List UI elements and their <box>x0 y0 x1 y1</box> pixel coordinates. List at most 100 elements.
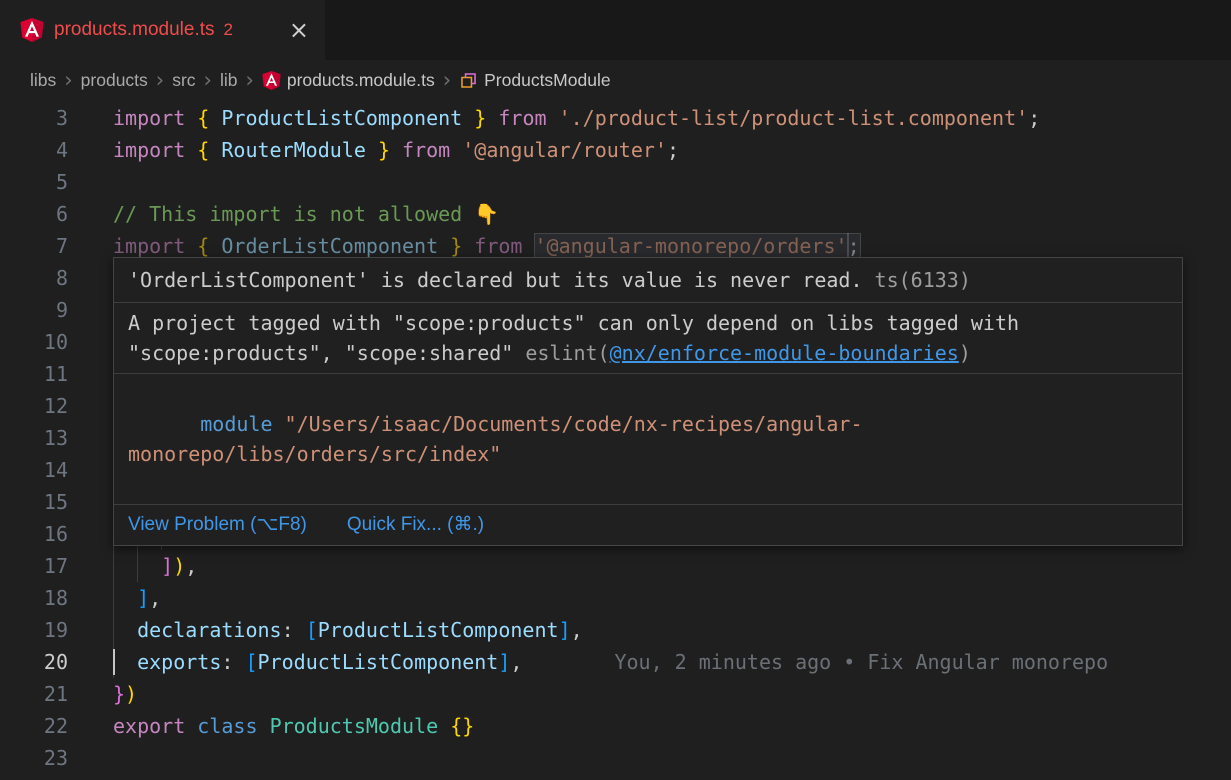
tab-bar: products.module.ts 2 × <box>0 0 1231 60</box>
line-number[interactable]: 23 <box>0 742 68 774</box>
code-token: , <box>571 618 583 642</box>
code-token: ] <box>559 618 571 642</box>
code-token: ] <box>161 554 173 578</box>
code-token: { <box>197 138 209 162</box>
code-token <box>185 234 197 258</box>
code-token: [ <box>245 650 257 674</box>
chevron-right-icon: › <box>64 61 72 99</box>
eslint-source-close: ) <box>959 341 971 365</box>
code-token: import <box>113 106 185 130</box>
line-number[interactable]: 13 <box>0 422 68 454</box>
code-token: {} <box>450 714 474 738</box>
line-number[interactable]: 7 <box>0 230 68 262</box>
code-token: ; <box>1028 106 1040 130</box>
code-token: ; <box>667 138 679 162</box>
code-line-18[interactable]: 18 ], <box>0 582 1231 614</box>
line-number[interactable]: 14 <box>0 454 68 486</box>
line-number[interactable]: 3 <box>0 102 68 134</box>
line-number[interactable]: 8 <box>0 262 68 294</box>
breadcrumb-item-libs[interactable]: libs <box>30 70 56 91</box>
class-symbol-icon <box>459 71 478 90</box>
code-token: ] <box>498 650 510 674</box>
quick-fix-link[interactable]: Quick Fix... (⌘.) <box>347 512 484 538</box>
line-number[interactable]: 6 <box>0 198 68 230</box>
indent-guide <box>113 614 114 646</box>
code-token: ; <box>848 234 860 258</box>
code-token <box>438 234 450 258</box>
line-number[interactable]: 4 <box>0 134 68 166</box>
line-number[interactable]: 12 <box>0 390 68 422</box>
line-number[interactable]: 17 <box>0 550 68 582</box>
indent-guide <box>113 550 114 582</box>
code-token: : <box>221 650 233 674</box>
tab-products-module-ts[interactable]: products.module.ts 2 × <box>0 0 325 60</box>
code-token: declarations <box>137 618 282 642</box>
line-number[interactable]: 21 <box>0 678 68 710</box>
git-blame-annotation: You, 2 minutes ago • Fix Angular monorep… <box>522 650 1108 674</box>
code-text <box>113 742 1231 774</box>
chevron-right-icon: › <box>443 61 451 99</box>
code-token <box>113 650 137 674</box>
ts-diagnostic-message: 'OrderListComponent' is declared but its… <box>128 268 863 292</box>
angular-icon <box>262 71 281 90</box>
indent-guide <box>137 550 138 582</box>
code-token: } <box>474 106 486 130</box>
code-line-6[interactable]: 6 // This import is not allowed 👇 <box>0 198 1231 230</box>
code-token: ProductsModule <box>270 714 439 738</box>
code-token: class <box>197 714 257 738</box>
view-problem-link[interactable]: View Problem (⌥F8) <box>128 512 307 538</box>
line-number[interactable]: 18 <box>0 582 68 614</box>
line-number[interactable]: 11 <box>0 358 68 390</box>
chevron-right-icon: › <box>245 61 253 99</box>
code-token <box>450 138 462 162</box>
code-line-4[interactable]: 4import { RouterModule } from '@angular/… <box>0 134 1231 166</box>
close-icon[interactable]: × <box>289 18 309 42</box>
line-number[interactable]: 20 <box>0 646 68 678</box>
angular-icon <box>20 18 44 42</box>
line-number[interactable]: 16 <box>0 518 68 550</box>
indent-guide <box>113 582 114 614</box>
eslint-source-open: eslint( <box>525 341 609 365</box>
eslint-rule-link[interactable]: @nx/enforce-module-boundaries <box>610 341 959 365</box>
code-token: ProductListComponent <box>221 106 462 130</box>
code-token <box>113 586 137 610</box>
breadcrumb-item-lib[interactable]: lib <box>220 70 238 91</box>
code-token <box>522 234 534 258</box>
code-line-5[interactable]: 5 <box>0 166 1231 198</box>
line-number[interactable]: 9 <box>0 294 68 326</box>
editor[interactable]: 3 import { ProductListComponent } from '.… <box>0 100 1231 780</box>
code-line-20[interactable]: 20 exports: [ProductListComponent],You, … <box>0 646 1231 678</box>
code-line-23[interactable]: 23 <box>0 742 1231 774</box>
text-cursor <box>113 649 115 675</box>
code-token: RouterModule <box>221 138 366 162</box>
code-text: // This import is not allowed 👇 <box>113 198 1231 230</box>
ts-diagnostic-code: ts(6133) <box>863 268 971 292</box>
line-number[interactable]: 22 <box>0 710 68 742</box>
breadcrumb-item-file[interactable]: products.module.ts <box>262 70 435 91</box>
code-token: } <box>378 138 390 162</box>
line-number[interactable]: 15 <box>0 486 68 518</box>
code-token <box>258 714 270 738</box>
breadcrumb-item-src[interactable]: src <box>172 70 195 91</box>
code-token <box>462 234 474 258</box>
line-number[interactable]: 5 <box>0 166 68 198</box>
breadcrumb-item-products[interactable]: products <box>81 70 148 91</box>
code-token <box>294 618 306 642</box>
code-text: declarations: [ProductListComponent], <box>113 614 1231 646</box>
code-line-19[interactable]: 19 declarations: [ProductListComponent], <box>0 614 1231 646</box>
code-token: export <box>113 714 185 738</box>
code-token <box>547 106 559 130</box>
code-token: , <box>185 554 197 578</box>
hover-eslint-diagnostic: A project tagged with "scope:products" c… <box>114 303 1182 374</box>
code-token: ] <box>137 586 149 610</box>
code-line-3[interactable]: 3 import { ProductListComponent } from '.… <box>0 102 1231 134</box>
code-token: ) <box>125 682 137 706</box>
code-text: import { ProductListComponent } from './… <box>113 102 1231 134</box>
line-number[interactable]: 19 <box>0 614 68 646</box>
code-line-17[interactable]: 17 ]), <box>0 550 1231 582</box>
line-number[interactable]: 10 <box>0 326 68 358</box>
breadcrumb-item-symbol[interactable]: ProductsModule <box>459 70 610 91</box>
code-line-21[interactable]: 21}) <box>0 678 1231 710</box>
code-token: { <box>197 234 209 258</box>
code-line-22[interactable]: 22 export class ProductsModule {} <box>0 710 1231 742</box>
